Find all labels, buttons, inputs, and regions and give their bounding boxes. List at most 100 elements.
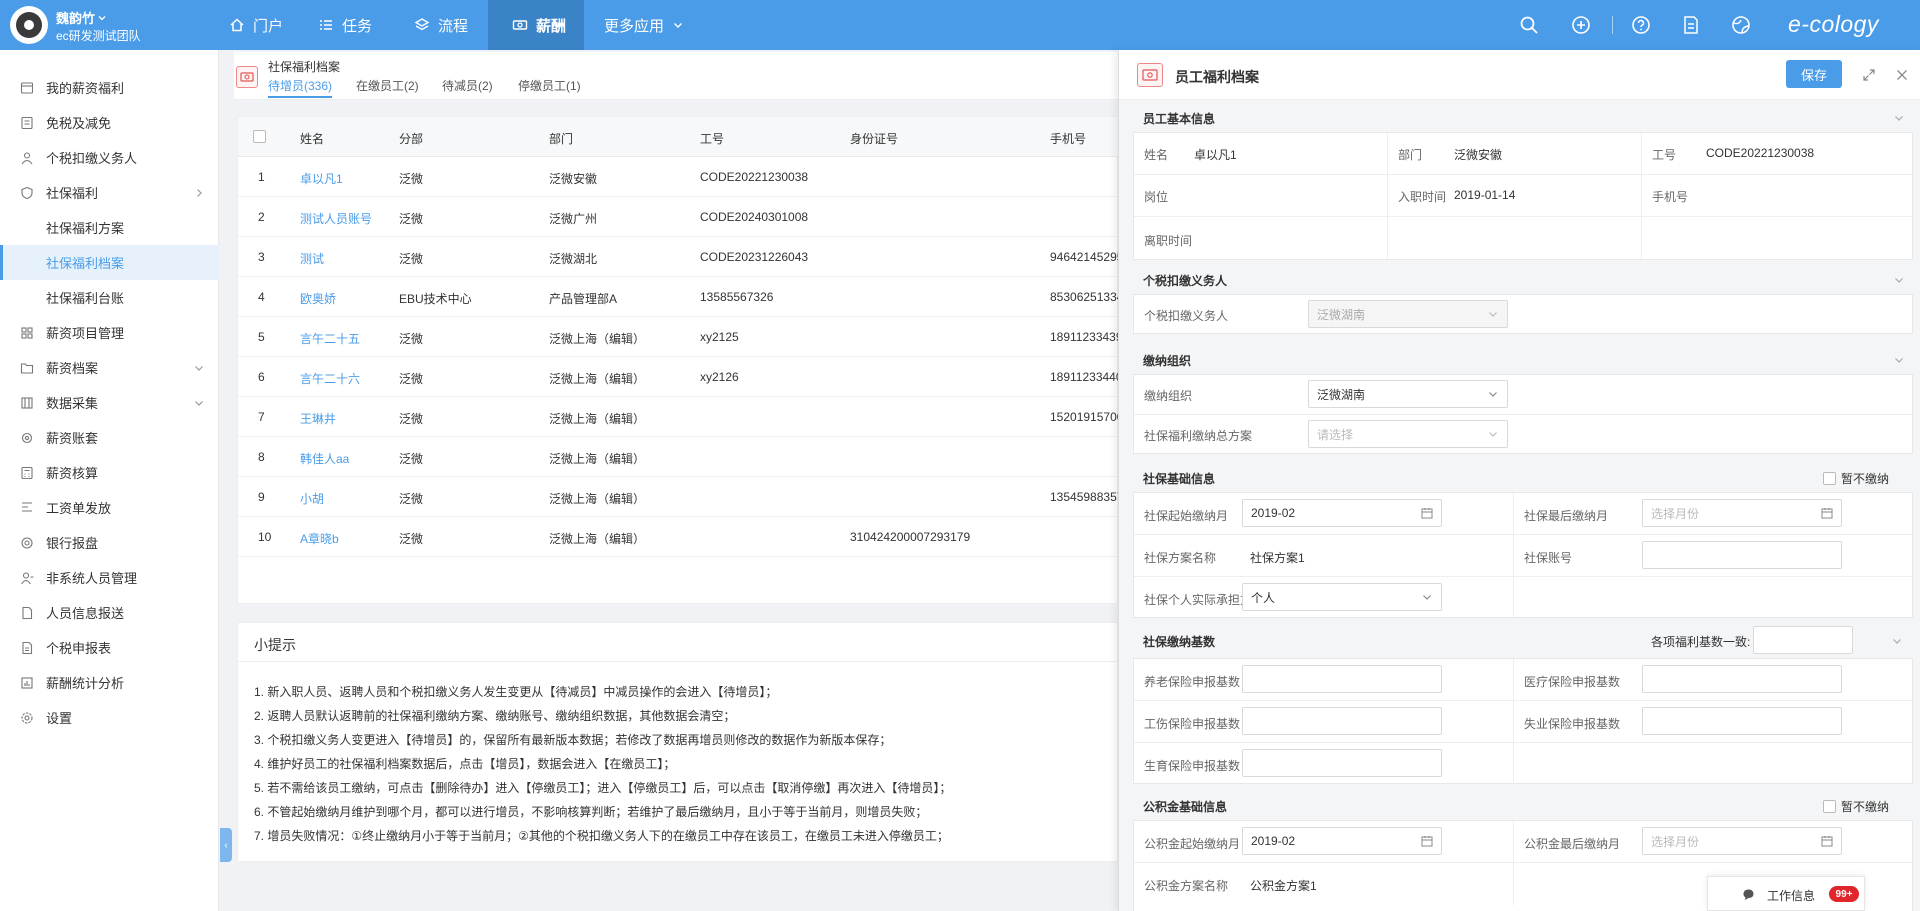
select-all-checkbox[interactable] <box>253 130 266 143</box>
column-header[interactable]: 分部 <box>399 130 423 147</box>
table-row[interactable]: 1 卓以凡1 泛微 泛微安徽 CODE20221230038 <box>238 157 1119 197</box>
nav-workflow[interactable]: 流程 <box>414 0 474 50</box>
same-base-input[interactable] <box>1753 626 1853 654</box>
table-row[interactable]: 7 王琳井 泛微 泛微上海（编辑） 15201915700 <box>238 397 1123 437</box>
table-row[interactable]: 2 测试人员账号 泛微 泛微广州 CODE20240301008 <box>238 197 1119 237</box>
tab-pending-remove[interactable]: 待减员(2) <box>442 77 493 94</box>
column-header[interactable]: 身份证号 <box>850 130 898 147</box>
employee-name-link[interactable]: 韩佳人aa <box>300 450 349 467</box>
employee-name-link[interactable]: 欧奥娇 <box>300 290 336 307</box>
sidebar-item-label: 薪资账套 <box>46 431 99 446</box>
sidebar-item-tax-exempt[interactable]: 免税及减免 <box>0 105 219 140</box>
column-header[interactable]: 工号 <box>700 130 724 147</box>
sidebar-item-tax-agent[interactable]: 个税扣缴义务人 <box>0 140 219 175</box>
employee-name-link[interactable]: 测试 <box>300 250 324 267</box>
sidebar-item-salary-items[interactable]: 薪资项目管理 <box>0 315 219 350</box>
close-icon[interactable] <box>1894 67 1910 83</box>
sidebar-item-non-system[interactable]: 非系统人员管理 <box>0 560 219 595</box>
field-label: 岗位 <box>1144 190 1169 204</box>
unemployment-base-input[interactable] <box>1642 707 1842 735</box>
column-header[interactable]: 部门 <box>549 130 573 147</box>
table-row[interactable]: 4 欧奥娇 EBU技术中心 产品管理部A 13585567326 85306251334 <box>238 277 1123 317</box>
employee-name-link[interactable]: 测试人员账号 <box>300 210 372 227</box>
social-account-input[interactable] <box>1642 541 1842 569</box>
expand-icon[interactable] <box>1861 67 1877 83</box>
sidebar-item-social-welfare[interactable]: 社保福利 <box>0 175 219 210</box>
phone-cell: 13545988357 <box>1050 490 1124 504</box>
section-tax-agent[interactable]: 个税扣缴义务人 <box>1133 264 1913 294</box>
sidebar-item-salary-archive[interactable]: 薪资档案 <box>0 350 219 385</box>
sidebar-item-welfare-plan[interactable]: 社保福利方案 <box>0 210 219 245</box>
welfare-plan-select[interactable]: 请选择 <box>1308 420 1508 448</box>
employee-name-link[interactable]: 小胡 <box>300 490 324 507</box>
table-row[interactable]: 6 言午二十六 泛微 泛微上海（编辑） xy2126 18911233440 <box>238 357 1123 397</box>
app-logo[interactable] <box>10 6 48 44</box>
sidebar-item-payslip[interactable]: 工资单发放 <box>0 490 219 525</box>
employee-name-link[interactable]: 王琳井 <box>300 410 336 427</box>
tab-stopped[interactable]: 停缴员工(1) <box>518 77 581 94</box>
cell: 失业保险申报基数 <box>1514 701 1912 743</box>
department-cell: 泛微上海（编辑） <box>549 412 646 426</box>
column-header[interactable]: 手机号 <box>1050 130 1086 147</box>
sidebar-item-stats[interactable]: 薪酬统计分析 <box>0 665 219 700</box>
sidebar-item-welfare-ledger[interactable]: 社保福利台账 <box>0 280 219 315</box>
section-basic-info[interactable]: 员工基本信息 <box>1133 102 1913 132</box>
send-icon <box>22 502 32 512</box>
sidebar-item-data-collection[interactable]: 数据采集 <box>0 385 219 420</box>
sidebar-item-label: 个税申报表 <box>46 641 112 656</box>
sidebar-item-salary-calc[interactable]: 薪资核算 <box>0 455 219 490</box>
section-title: 社保基础信息 <box>1143 472 1216 486</box>
table-row[interactable]: 10 A章晓b 泛微 泛微上海（编辑） 310424200007293179 <box>238 517 1119 557</box>
employee-name-link[interactable]: 言午二十五 <box>300 330 360 347</box>
sidebar-item-welfare-archive[interactable]: 社保福利档案 <box>0 245 219 280</box>
maternity-base-input[interactable] <box>1242 749 1442 777</box>
nav-tasks[interactable]: 任务 <box>318 0 378 50</box>
report-icon[interactable] <box>1680 14 1702 36</box>
section-org[interactable]: 缴纳组织 <box>1133 344 1913 374</box>
social-pause-checkbox[interactable]: 暂不缴纳 <box>1823 470 1889 487</box>
column-header[interactable]: 姓名 <box>300 130 324 147</box>
sidebar-item-info-report[interactable]: 人员信息报送 <box>0 595 219 630</box>
tab-pending-add[interactable]: 待增员(336) <box>268 77 333 98</box>
help-icon[interactable] <box>1630 14 1652 36</box>
fund-start-month-input[interactable]: 2019-02 <box>1242 827 1442 855</box>
fund-end-month-input[interactable]: 选择月份 <box>1642 827 1842 855</box>
medical-base-input[interactable] <box>1642 665 1842 693</box>
sidebar-item-settings[interactable]: 设置 <box>0 700 219 735</box>
nav-portal[interactable]: 门户 <box>229 0 289 50</box>
employee-name-link[interactable]: 言午二十六 <box>300 370 360 387</box>
social-start-month-input[interactable]: 2019-02 <box>1242 499 1442 527</box>
sidebar-collapse-button[interactable]: ‹ <box>220 828 232 862</box>
globe-icon[interactable] <box>1730 14 1752 36</box>
nav-more-apps[interactable]: 更多应用 <box>604 0 694 50</box>
pension-base-input[interactable] <box>1242 665 1442 693</box>
table-row[interactable]: 8 韩佳人aa 泛微 泛微上海（编辑） <box>238 437 1119 477</box>
search-icon[interactable] <box>1518 14 1540 36</box>
social-bear-select[interactable]: 个人 <box>1242 583 1442 611</box>
sidebar-item-salary-set[interactable]: 薪资账套 <box>0 420 219 455</box>
tab-paying[interactable]: 在缴员工(2) <box>356 77 419 94</box>
add-circle-icon[interactable] <box>1570 14 1592 36</box>
user-switcher[interactable]: 魏韵竹 <box>56 8 107 27</box>
person-icon <box>21 572 34 585</box>
org-select[interactable]: 泛微湖南 <box>1308 380 1508 408</box>
sidebar-item-bank[interactable]: 银行报盘 <box>0 525 219 560</box>
save-button[interactable]: 保存 <box>1786 60 1842 88</box>
sidebar-item-my-salary[interactable]: 我的薪资福利 <box>0 70 219 105</box>
tip-line: 6. 不管起始缴纳月维护到哪个月，都可以进行增员，不影响核算判断；若维护了最后缴… <box>254 805 928 819</box>
team-name: ec研发测试团队 <box>56 29 141 43</box>
table-row[interactable]: 9 小胡 泛微 泛微上海（编辑） 13545988357 <box>238 477 1123 517</box>
employee-name-link[interactable]: A章晓b <box>300 530 339 547</box>
employee-name-link[interactable]: 卓以凡1 <box>300 170 343 187</box>
table-row[interactable]: 3 测试 泛微 泛微湖北 CODE20231226043 94642145295 <box>238 237 1123 277</box>
tax-agent-select[interactable]: 泛微湖南 <box>1308 300 1508 328</box>
injury-base-input[interactable] <box>1242 707 1442 735</box>
nav-salary-label: 薪酬 <box>536 17 567 35</box>
fund-pause-checkbox[interactable]: 暂不缴纳 <box>1823 798 1889 815</box>
employee-no-cell: xy2126 <box>700 370 739 384</box>
social-end-month-input[interactable]: 选择月份 <box>1642 499 1842 527</box>
calendar-icon <box>1421 508 1433 519</box>
table-row[interactable]: 5 言午二十五 泛微 泛微上海（编辑） xy2125 18911233439 <box>238 317 1123 357</box>
sidebar-item-tax-report[interactable]: 个税申报表 <box>0 630 219 665</box>
nav-salary[interactable]: 薪酬 <box>488 0 584 50</box>
